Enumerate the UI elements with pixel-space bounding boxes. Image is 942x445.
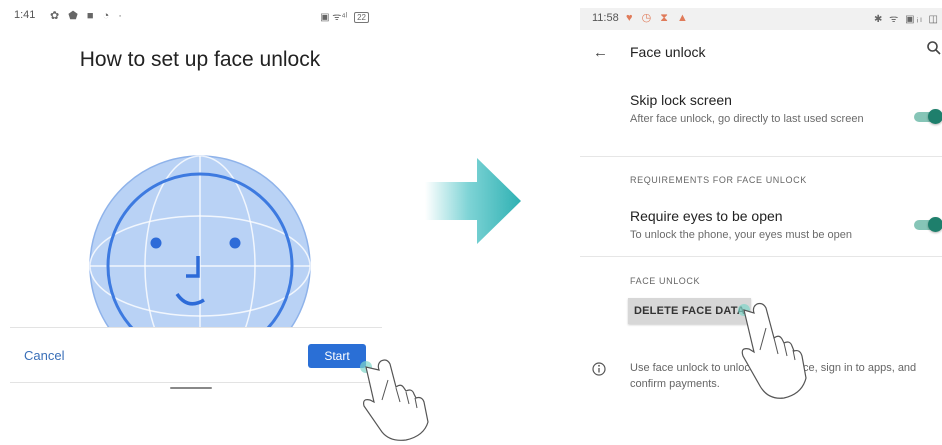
system-icons: ▣ ᯤ⁴ˡ 22	[320, 9, 369, 23]
tap-hand-icon	[738, 302, 807, 399]
divider	[580, 256, 942, 257]
home-indicator[interactable]	[170, 387, 212, 389]
cancel-button[interactable]: Cancel	[24, 348, 64, 363]
system-icons: ✱ ᯤ ▣ᵢₗ ◫	[874, 14, 940, 25]
app-bar: ← Face unlock	[580, 36, 942, 70]
info-icon	[592, 362, 606, 376]
require-eyes-open-toggle[interactable]	[914, 215, 942, 233]
status-time: 1:41	[14, 9, 36, 21]
section-header-requirements: REQUIREMENTS FOR FACE UNLOCK	[630, 175, 807, 185]
bottom-action-bar: Cancel Start	[10, 327, 382, 383]
page-title: How to set up face unlock	[79, 48, 321, 71]
notification-icons: ✿ ⬟ ■ ◔ ·	[50, 10, 125, 22]
notification-icons: ♥ ◷ ⧗ ▲	[626, 12, 691, 24]
setting-summary: To unlock the phone, your eyes must be o…	[630, 229, 852, 241]
setting-title: Skip lock screen	[630, 92, 732, 108]
section-header-face-unlock: FACE UNLOCK	[630, 276, 701, 286]
divider	[580, 156, 942, 157]
back-arrow-icon[interactable]: ←	[593, 44, 608, 61]
delete-face-data-button[interactable]: DELETE FACE DATA	[628, 298, 751, 324]
transition-arrow-icon	[425, 158, 521, 244]
face-unlock-settings-screen: 11:58 ♥ ◷ ⧗ ▲ ✱ ᯤ ▣ᵢₗ ◫ ← Face unlock Sk…	[580, 0, 942, 445]
tap-hand-icon	[360, 359, 429, 441]
signal-icon: ▣ ᯤ⁴ˡ	[320, 12, 348, 23]
search-icon[interactable]	[926, 40, 942, 56]
status-time: 11:58	[592, 12, 619, 24]
setting-summary: After face unlock, go directly to last u…	[630, 113, 864, 125]
face-globe-icon	[89, 155, 311, 328]
page-title: Face unlock	[630, 44, 706, 60]
status-bar: 11:58 ♥ ◷ ⧗ ▲ ✱ ᯤ ▣ᵢₗ ◫	[580, 8, 942, 30]
face-unlock-setup-screen: 1:41 ✿ ⬟ ■ ◔ · ▣ ᯤ⁴ˡ 22 How to set up fa…	[0, 0, 429, 445]
skip-lock-screen-toggle[interactable]	[914, 107, 942, 125]
status-bar: 1:41 ✿ ⬟ ■ ◔ · ▣ ᯤ⁴ˡ 22	[14, 6, 384, 26]
setting-title: Require eyes to be open	[630, 208, 783, 224]
battery-icon: 22	[354, 11, 369, 23]
face-illustration	[70, 128, 340, 328]
